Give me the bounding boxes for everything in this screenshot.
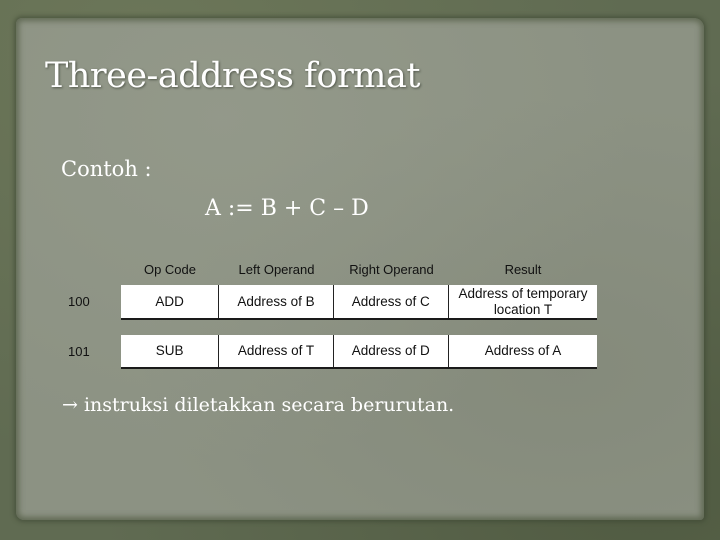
note-line: → instruksi diletakkan secara berurutan. <box>62 394 454 416</box>
row-address: 100 <box>68 294 90 309</box>
cell-right-operand: Address of D <box>334 335 449 367</box>
cell-left-operand: Address of B <box>219 285 334 318</box>
cell-op-code: ADD <box>121 285 220 318</box>
cell-result: Address of temporary location T <box>458 285 588 317</box>
cell-op-code: SUB <box>121 335 220 367</box>
table-row: ADD Address of B Address of C Address of… <box>121 285 597 320</box>
arrow-right-icon: → <box>62 394 78 416</box>
example-label: Contoh : <box>61 157 152 181</box>
column-header-left-operand: Left Operand <box>238 262 315 277</box>
formula: A := B + C – D <box>205 196 369 221</box>
note-text: instruksi diletakkan secara berurutan. <box>83 394 455 416</box>
cell-left-operand: Address of T <box>219 335 334 367</box>
column-header-right-operand: Right Operand <box>349 262 434 277</box>
cell-result: Address of A <box>484 343 562 358</box>
table-row: SUB Address of T Address of D Address of… <box>121 335 597 369</box>
column-header-result: Result <box>504 262 542 277</box>
slide-title: Three-address format <box>45 56 420 96</box>
cell-right-operand: Address of C <box>334 285 449 318</box>
column-header-op-code: Op Code <box>143 262 197 277</box>
row-address: 101 <box>68 344 90 359</box>
